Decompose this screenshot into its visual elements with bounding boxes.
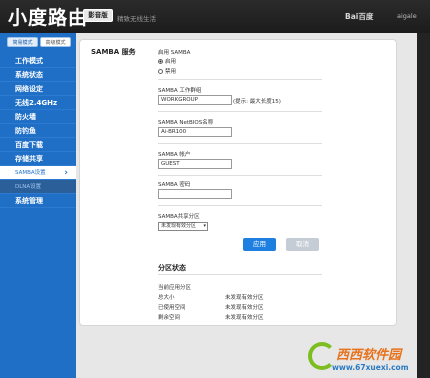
share-partition-select[interactable]: 未发现有效分区 ▾ [158,222,208,231]
baidu-logo: Bai百度 [345,11,373,22]
sidebar-item-label: DLNA设置 [15,184,42,190]
chevron-down-icon: ▾ [203,223,206,229]
radio-disable[interactable]: 禁用 [158,67,176,75]
sidebar-item-label: 无线2.4GHz [15,99,58,107]
sidebar-item-label: 防钓鱼 [15,127,36,135]
enable-samba-label: 启用 SAMBA [158,50,191,56]
select-value: 未发现有效分区 [161,223,197,229]
sidebar-item-wireless[interactable]: 无线2.4GHz [0,96,76,110]
sidebar-item-anti-phishing[interactable]: 防钓鱼 [0,124,76,138]
sidebar-item-label: 网络设定 [15,85,43,93]
brand-title: 小度路由 [8,7,89,29]
sidebar-item-network[interactable]: 网络设定 [0,82,76,96]
brand-slogan: 精致无线生活 [117,15,156,23]
sidebar-item-label: 防火墙 [15,113,36,121]
sidebar-item-system-status[interactable]: 系统状态 [0,68,76,82]
divider [158,205,322,206]
sidebar-item-label: 工作模式 [15,57,43,65]
samba-section-title: SAMBA 服务 [91,48,136,56]
netbios-input[interactable]: Ai-BR100 [158,127,232,137]
mode-tabs: 简易模式 高级模式 [7,37,71,47]
main-content: SAMBA 服务 启用 SAMBA 启用 禁用 SAMBA 工作群组 WORKG… [76,33,417,378]
used-space-value: 未发现有效分区 [225,305,264,311]
sidebar-item-label: 存储共享 [15,155,43,163]
sidebar-item-storage-share[interactable]: 存储共享 [0,152,76,166]
sidebar-menu: 工作模式 系统状态 网络设定 无线2.4GHz 防火墙 防钓鱼 百度下载 存储共… [0,54,76,208]
sidebar-item-firewall[interactable]: 防火墙 [0,110,76,124]
samba-panel: SAMBA 服务 启用 SAMBA 启用 禁用 SAMBA 工作群组 WORKG… [79,39,397,326]
radio-enable[interactable]: 启用 [158,57,176,65]
total-size-value: 未发现有效分区 [225,295,264,301]
tab-simple-mode[interactable]: 简易模式 [7,37,38,47]
total-size-label: 总大小 [158,295,175,301]
free-space-label: 剩余空间 [158,315,181,321]
sidebar-item-label: 系统管理 [15,197,43,205]
account-label: SAMBA 帐户 [158,152,191,158]
netbios-label: SAMBA NetBIOS名称 [158,120,214,126]
radio-label: 启用 [165,59,177,65]
free-space-value: 未发现有效分区 [225,315,264,321]
sidebar-item-work-mode[interactable]: 工作模式 [0,54,76,68]
tab-advanced-mode[interactable]: 高级模式 [40,37,71,47]
sidebar-item-system-admin[interactable]: 系统管理 [0,194,76,208]
share-partition-label: SAMBA共享分区 [158,214,200,220]
sidebar-item-samba[interactable]: SAMBA设置 › [0,166,76,180]
cancel-button[interactable]: 取消 [286,238,319,251]
sidebar-item-dlna[interactable]: DLNA设置 [0,180,76,194]
used-space-label: 已使用空间 [158,305,186,311]
apply-button[interactable]: 应用 [243,238,276,251]
sidebar-item-baidu-download[interactable]: 百度下载 [0,138,76,152]
divider [158,143,322,144]
watermark-text: 西西软件园 [336,348,402,363]
radio-label: 禁用 [165,69,177,75]
password-label: SAMBA 密码 [158,182,191,188]
watermark-logo: 西西软件园 www.67xuexi.com [302,338,430,378]
divider [158,79,322,80]
edition-badge: 影音版 [83,9,113,22]
sidebar-item-label: 系统状态 [15,71,43,79]
password-input[interactable] [158,189,232,199]
account-input[interactable]: GUEST [158,159,232,169]
chevron-right-icon: › [64,168,68,178]
current-partition-label: 当前应用分区 [158,285,192,291]
watermark-url: www.67xuexi.com [332,363,409,372]
aigale-logo: aigale [397,12,417,20]
partner-logo-text: Bai百度 [345,12,374,21]
divider [158,175,322,176]
sidebar: 简易模式 高级模式 工作模式 系统状态 网络设定 无线2.4GHz 防火墙 防钓… [0,33,76,378]
sidebar-item-label: SAMBA设置 [15,170,46,176]
workgroup-label: SAMBA 工作群组 [158,88,202,94]
divider [158,111,322,112]
top-header: 小度路由 影音版 精致无线生活 Bai百度 aigale [0,0,430,33]
sidebar-item-label: 百度下载 [15,141,43,149]
workgroup-input[interactable]: WORKGROUP [158,95,232,105]
radio-unselected-icon [158,68,163,74]
divider [158,274,322,275]
partition-section-title: 分区状态 [158,264,186,272]
radio-selected-icon [158,58,163,64]
workgroup-hint: (提示: 最大长度15) [233,99,281,105]
